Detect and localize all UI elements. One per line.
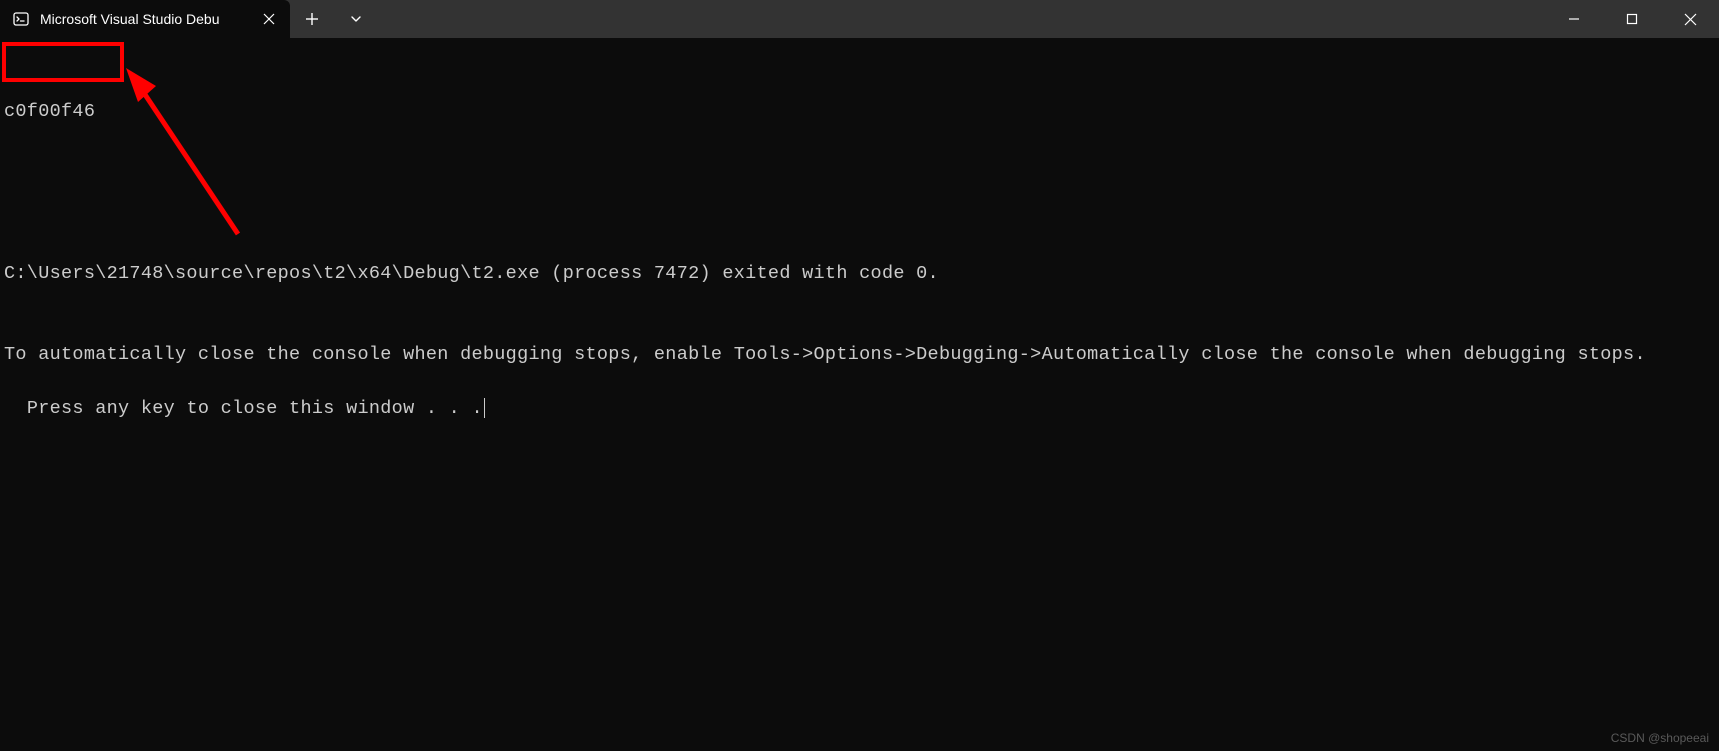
output-line-3: To automatically close the console when … bbox=[4, 341, 1715, 368]
tab-title: Microsoft Visual Studio Debu bbox=[40, 11, 250, 27]
chevron-down-icon bbox=[350, 13, 362, 25]
titlebar: Microsoft Visual Studio Debu bbox=[0, 0, 1719, 38]
minimize-button[interactable] bbox=[1545, 0, 1603, 38]
console-output[interactable]: c0f00f46 C:\Users\21748\source\repos\t2\… bbox=[0, 38, 1719, 428]
close-icon bbox=[1684, 13, 1697, 26]
tab-dropdown-button[interactable] bbox=[334, 0, 378, 38]
watermark: CSDN @shopeeai bbox=[1611, 731, 1709, 745]
window-controls bbox=[1545, 0, 1719, 38]
output-line-1: c0f00f46 bbox=[4, 98, 1715, 125]
maximize-button[interactable] bbox=[1603, 0, 1661, 38]
titlebar-drag-area[interactable] bbox=[378, 0, 1545, 38]
new-tab-button[interactable] bbox=[290, 0, 334, 38]
maximize-icon bbox=[1626, 13, 1638, 25]
blank-line bbox=[4, 179, 1715, 206]
text-cursor bbox=[484, 398, 485, 418]
tab-close-button[interactable] bbox=[260, 10, 278, 28]
output-line-4: Press any key to close this window . . . bbox=[27, 398, 483, 419]
plus-icon bbox=[305, 12, 319, 26]
minimize-icon bbox=[1568, 13, 1580, 25]
close-window-button[interactable] bbox=[1661, 0, 1719, 38]
tab-controls bbox=[290, 0, 378, 38]
active-tab[interactable]: Microsoft Visual Studio Debu bbox=[0, 0, 290, 38]
output-line-2: C:\Users\21748\source\repos\t2\x64\Debug… bbox=[4, 260, 1715, 287]
terminal-icon bbox=[12, 10, 30, 28]
